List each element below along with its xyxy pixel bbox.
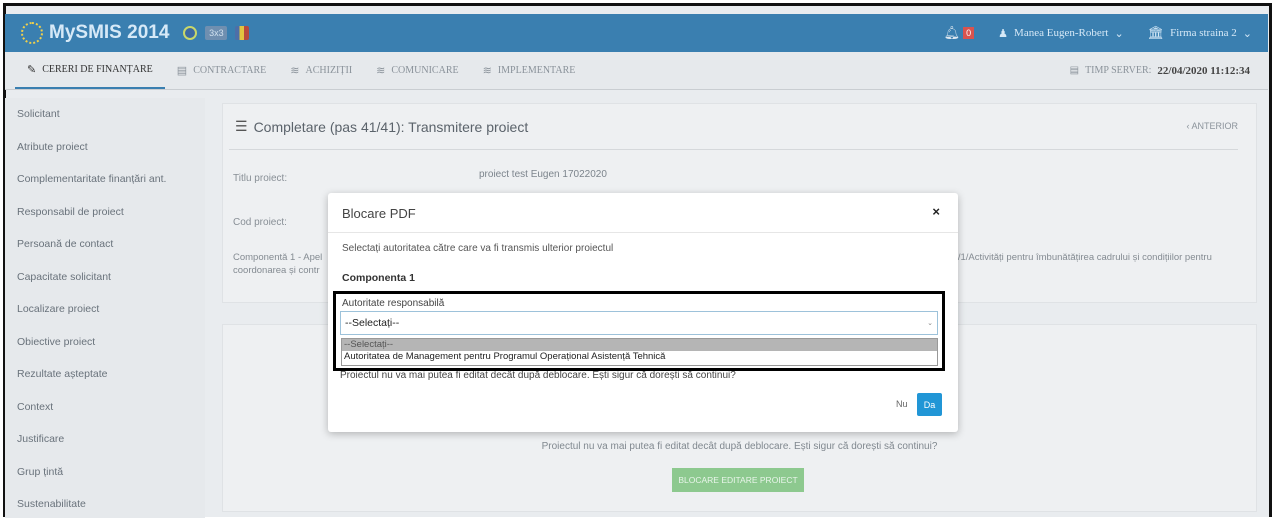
modal-divider [328,232,958,233]
no-button[interactable]: Nu [896,399,908,409]
stars-logo-icon [21,22,43,44]
app-logo[interactable]: MySMIS 2014 3x3 [21,22,250,44]
divider [229,149,1238,150]
sidebar-item-complementaritate[interactable]: Complementaritate finanțări ant. [5,163,205,196]
sidebar-item-atribute-proiect[interactable]: Atribute proiect [5,131,205,164]
modal-warning: Proiectul nu va mai putea fi editat decâ… [340,370,736,381]
sidebar-item-responsabil[interactable]: Responsabil de proiect [5,196,205,229]
tab-label: ACHIZIȚII [305,65,353,76]
component-heading: Componenta 1 [342,272,415,284]
sidebar-item-context[interactable]: Context [5,391,205,424]
cart-icon: ≋ [290,65,300,77]
chevron-down-icon: ⌄ [1242,27,1252,40]
sidebar-item-label: Solicitant [17,108,60,121]
sidebar-item-label: Rezultate așteptate [17,368,108,381]
notifications-badge: 0 [963,27,975,39]
sidebar: Solicitant Atribute proiect Complementar… [5,98,205,518]
chevron-down-icon: ⌄ [1114,27,1124,40]
tab-contractare[interactable]: ▤ CONTRACTARE [165,52,279,89]
lower-warning-text: Proiectul nu va mai putea fi editat decâ… [541,441,938,452]
highlight-box [333,291,945,371]
sidebar-item-persoana-contact[interactable]: Persoană de contact [5,228,205,261]
previous-button[interactable]: ‹ ANTERIOR [1186,121,1238,131]
code-label: Cod proiect: [233,217,287,228]
main-nav: ✎ CERERI DE FINANȚARE ▤ CONTRACTARE ≋ AC… [5,52,1268,90]
title-label: Titlu proiect: [233,173,288,184]
gear-icon: ≋ [482,65,492,77]
block-edit-button[interactable]: BLOCARE EDITARE PROIECT [672,468,804,492]
company-name: Firma straina 2 [1170,27,1237,39]
sidebar-item-solicitant[interactable]: Solicitant [5,98,205,131]
eu-flag-icon [183,26,198,40]
sidebar-item-label: Persoană de contact [17,238,114,251]
component-text-line2: coordonarea și contr [233,265,320,276]
yes-button[interactable]: Da [917,393,942,416]
institution-icon: 🏛︎ [1147,25,1165,40]
sidebar-item-localizare[interactable]: Localizare proiect [5,293,205,326]
sidebar-item-justificare[interactable]: Justificare [5,423,205,456]
user-name: Manea Eugen-Robert [1014,27,1109,39]
tab-implementare[interactable]: ≋ IMPLEMENTARE [471,52,588,89]
page-title: ☰ Completare (pas 41/41): Transmitere pr… [235,118,528,135]
list-icon: ☰ [235,118,248,134]
component-text-right: C/1/Activități pentru îmbunătățirea cadr… [951,252,1212,263]
romania-flag-icon [235,26,250,40]
sidebar-item-capacitate[interactable]: Capacitate solicitant [5,261,205,294]
tab-comunicare[interactable]: ≋ COMUNICARE [364,52,470,89]
sidebar-item-label: Complementaritate finanțări ant. [17,173,167,186]
sidebar-item-label: Grup țintă [17,465,64,478]
tab-label: IMPLEMENTARE [497,65,576,76]
user-icon: ♟ [998,27,1009,40]
close-icon[interactable]: × [932,204,940,219]
sidebar-item-grup-tinta[interactable]: Grup țintă [5,456,205,489]
sidebar-item-label: Responsabil de proiect [17,205,124,218]
tab-cereri-de-finantare[interactable]: ✎ CERERI DE FINANȚARE [15,52,165,89]
server-time-value: 22/04/2020 11:12:34 [1157,64,1250,77]
modal-title: Blocare PDF [342,206,416,221]
sidebar-item-label: Sustenabilitate [17,498,86,511]
sidebar-item-sustenabilitate[interactable]: Sustenabilitate [5,488,205,518]
company-menu[interactable]: 🏛︎ Firma straina 2 ⌄ [1148,25,1252,41]
document-icon: ▤ [176,65,188,77]
tab-label: CERERI DE FINANȚARE [42,64,153,75]
sidebar-item-label: Atribute proiect [17,140,88,153]
notifications[interactable]: 🔔︎ 0 [944,25,975,41]
component-text-left: Componentă 1 - Apel [233,252,323,263]
top-bar: MySMIS 2014 3x3 🔔︎ 0 ♟ Manea Eugen-Rober… [5,14,1268,52]
server-icon: ▤ [1069,65,1080,76]
tab-label: COMUNICARE [391,65,459,76]
chevron-left-icon: ‹ [1186,121,1190,131]
title-value: proiect test Eugen 17022020 [479,169,607,180]
sidebar-item-label: Obiective proiect [17,335,96,348]
sidebar-item-rezultate[interactable]: Rezultate așteptate [5,358,205,391]
gov-logo-icon: 3x3 [205,26,228,40]
modal-instruction: Selectați autoritatea către care va fi t… [342,243,614,254]
sidebar-item-label: Capacitate solicitant [17,270,111,283]
sidebar-item-label: Justificare [17,433,65,446]
bell-icon: 🔔︎ [943,25,961,40]
sidebar-item-label: Localizare proiect [17,303,100,316]
user-menu[interactable]: ♟ Manea Eugen-Robert ⌄ [998,27,1123,40]
sidebar-item-obiective[interactable]: Obiective proiect [5,326,205,359]
pencil-icon: ✎ [27,64,37,76]
tab-label: CONTRACTARE [193,65,267,76]
chat-icon: ≋ [376,65,386,77]
page-title-text: Completare (pas 41/41): Transmitere proi… [253,118,529,135]
app-brand: MySMIS 2014 [49,22,170,43]
previous-button-label: ANTERIOR [1191,121,1238,131]
tab-achizitii[interactable]: ≋ ACHIZIȚII [278,52,364,89]
server-time: ▤ TIMP SERVER: 22/04/2020 11:12:34 [1070,65,1268,77]
sidebar-item-label: Context [17,400,54,413]
server-time-label: TIMP SERVER: [1085,65,1152,76]
